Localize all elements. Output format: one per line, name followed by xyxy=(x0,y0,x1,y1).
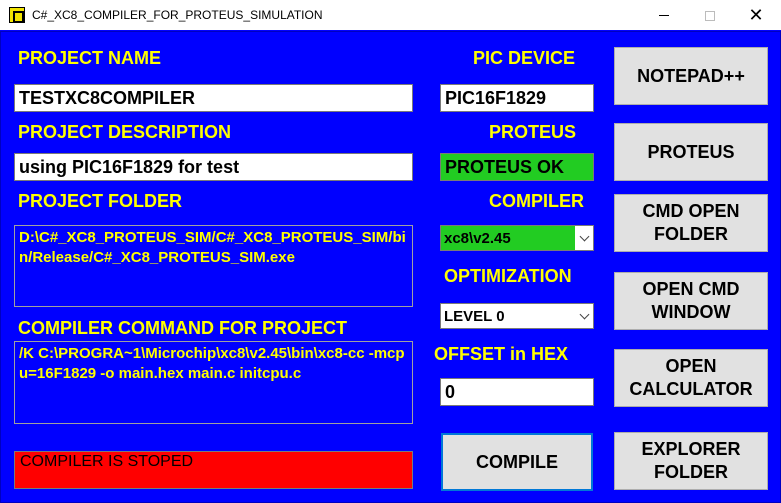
main-form: PROJECT NAME TESTXC8COMPILER PROJECT DES… xyxy=(0,31,781,503)
project-description-input[interactable]: using PIC16F1829 for test xyxy=(14,153,413,181)
minimize-button[interactable] xyxy=(641,0,687,31)
chevron-down-icon[interactable] xyxy=(575,304,593,328)
compiler-command-textbox[interactable]: /K C:\PROGRA~1\Microchip\xc8\v2.45\bin\x… xyxy=(14,341,413,424)
app-icon xyxy=(9,7,25,23)
maximize-icon xyxy=(705,10,715,21)
offset-label: OFFSET in HEX xyxy=(434,344,569,364)
chevron-down-icon[interactable] xyxy=(575,226,593,250)
offset-input[interactable]: 0 xyxy=(440,378,594,406)
cmd-open-folder-button[interactable]: CMD OPEN FOLDER xyxy=(614,194,768,252)
proteus-button[interactable]: PROTEUS xyxy=(614,123,768,181)
open-cmd-window-button[interactable]: OPEN CMD WINDOW xyxy=(614,272,768,330)
minimize-icon xyxy=(659,15,669,16)
project-description-label: PROJECT DESCRIPTION xyxy=(18,122,232,142)
open-calculator-button[interactable]: OPEN CALCULATOR xyxy=(614,349,768,407)
notepad-button[interactable]: NOTEPAD++ xyxy=(614,47,768,105)
project-folder-label: PROJECT FOLDER xyxy=(18,191,183,211)
optimization-label: OPTIMIZATION xyxy=(444,266,572,286)
project-name-label: PROJECT NAME xyxy=(18,48,162,68)
project-folder-textbox[interactable]: D:\C#_XC8_PROTEUS_SIM/C#_XC8_PROTEUS_SIM… xyxy=(14,225,413,307)
compiler-status-box: COMPILER IS STOPED xyxy=(14,451,413,489)
pic-device-input[interactable]: PIC16F1829 xyxy=(440,84,594,112)
compile-button[interactable]: COMPILE xyxy=(441,433,593,491)
proteus-label: PROTEUS xyxy=(489,122,577,142)
maximize-button xyxy=(687,0,733,31)
proteus-status-box: PROTEUS OK xyxy=(440,153,594,181)
project-name-input[interactable]: TESTXC8COMPILER xyxy=(14,84,413,112)
pic-device-label: PIC DEVICE xyxy=(473,48,576,68)
window-title: C#_XC8_COMPILER_FOR_PROTEUS_SIMULATION xyxy=(32,8,323,22)
compiler-select[interactable]: xc8\v2.45 xyxy=(440,225,594,251)
explorer-folder-button[interactable]: EXPLORER FOLDER xyxy=(614,432,768,490)
optimization-select[interactable]: LEVEL 0 xyxy=(440,303,594,329)
title-bar: C#_XC8_COMPILER_FOR_PROTEUS_SIMULATION ✕ xyxy=(0,0,781,31)
compiler-select-value: xc8\v2.45 xyxy=(441,226,575,250)
close-button[interactable]: ✕ xyxy=(733,0,779,31)
compiler-command-label: COMPILER COMMAND FOR PROJECT xyxy=(18,318,348,338)
compiler-label: COMPILER xyxy=(489,191,585,211)
optimization-select-value: LEVEL 0 xyxy=(444,307,505,325)
close-icon: ✕ xyxy=(748,5,764,25)
